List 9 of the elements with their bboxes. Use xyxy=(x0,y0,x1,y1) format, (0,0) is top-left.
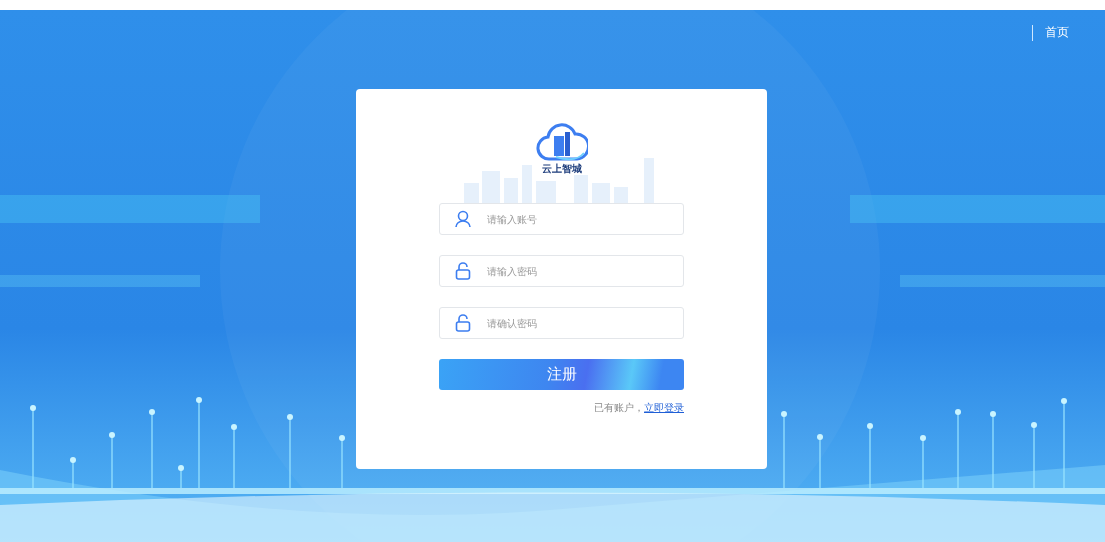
home-link[interactable]: 首页 xyxy=(1045,24,1069,41)
account-prompt: 已有账户， xyxy=(594,401,644,415)
register-button[interactable]: 注册 xyxy=(439,359,684,390)
logo-text: 云上智城 xyxy=(541,163,582,175)
input-field[interactable]: 请确认密码 xyxy=(439,307,684,339)
input-field[interactable]: 请输入密码 xyxy=(439,255,684,287)
cloud-logo-icon xyxy=(535,123,588,163)
input-field[interactable]: 请输入账号 xyxy=(439,203,684,235)
login-link[interactable]: 立即登录 xyxy=(644,401,684,415)
